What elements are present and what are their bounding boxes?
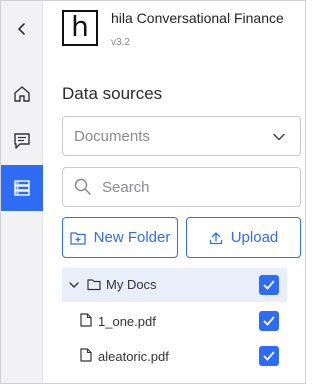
data-sources-icon — [14, 180, 30, 196]
tree-folder-my-docs[interactable]: My Docs — [62, 268, 287, 302]
nav-chat[interactable] — [1, 118, 43, 164]
expand-chevron-icon[interactable] — [68, 279, 80, 291]
check-icon — [263, 280, 275, 290]
upload-button[interactable]: Upload — [186, 217, 301, 258]
home-icon — [14, 86, 30, 102]
app-logo: h — [62, 10, 98, 46]
collapse-button[interactable] — [1, 7, 43, 51]
check-icon — [263, 316, 275, 326]
folder-plus-icon — [69, 231, 86, 245]
file-icon — [80, 348, 92, 362]
nav-home[interactable] — [1, 71, 43, 117]
app-title: hila Conversational Finance — [111, 10, 284, 26]
search-input[interactable] — [102, 176, 292, 198]
tree-file-label: 1_one.pdf — [98, 314, 156, 329]
panel-title: Data sources — [62, 84, 163, 103]
select-value: Documents — [74, 128, 150, 145]
data-source-select[interactable]: Documents — [62, 116, 301, 156]
new-folder-button[interactable]: New Folder — [62, 217, 178, 258]
tree-file-row[interactable]: aleatoric.pdf — [62, 339, 287, 373]
chevron-left-icon — [18, 23, 25, 35]
tree-file-row[interactable]: 1_one.pdf — [62, 304, 287, 338]
search-icon — [74, 178, 91, 195]
folder-checkbox[interactable] — [259, 275, 279, 295]
upload-label: Upload — [230, 229, 279, 246]
side-rail — [1, 1, 43, 383]
file-checkbox[interactable] — [259, 346, 279, 366]
tree-folder-label: My Docs — [106, 277, 157, 292]
search-box — [62, 167, 301, 207]
new-folder-label: New Folder — [93, 229, 171, 246]
app-version: v3.2 — [111, 37, 130, 48]
chevron-down-icon — [273, 133, 285, 141]
chat-icon — [14, 133, 30, 149]
logo-letter: h — [71, 9, 89, 43]
check-icon — [263, 351, 275, 361]
folder-icon — [87, 279, 101, 291]
file-icon — [80, 313, 92, 327]
file-checkbox[interactable] — [259, 311, 279, 331]
nav-data-sources[interactable] — [1, 165, 43, 211]
tree-file-label: aleatoric.pdf — [98, 349, 169, 364]
upload-icon — [209, 231, 222, 244]
